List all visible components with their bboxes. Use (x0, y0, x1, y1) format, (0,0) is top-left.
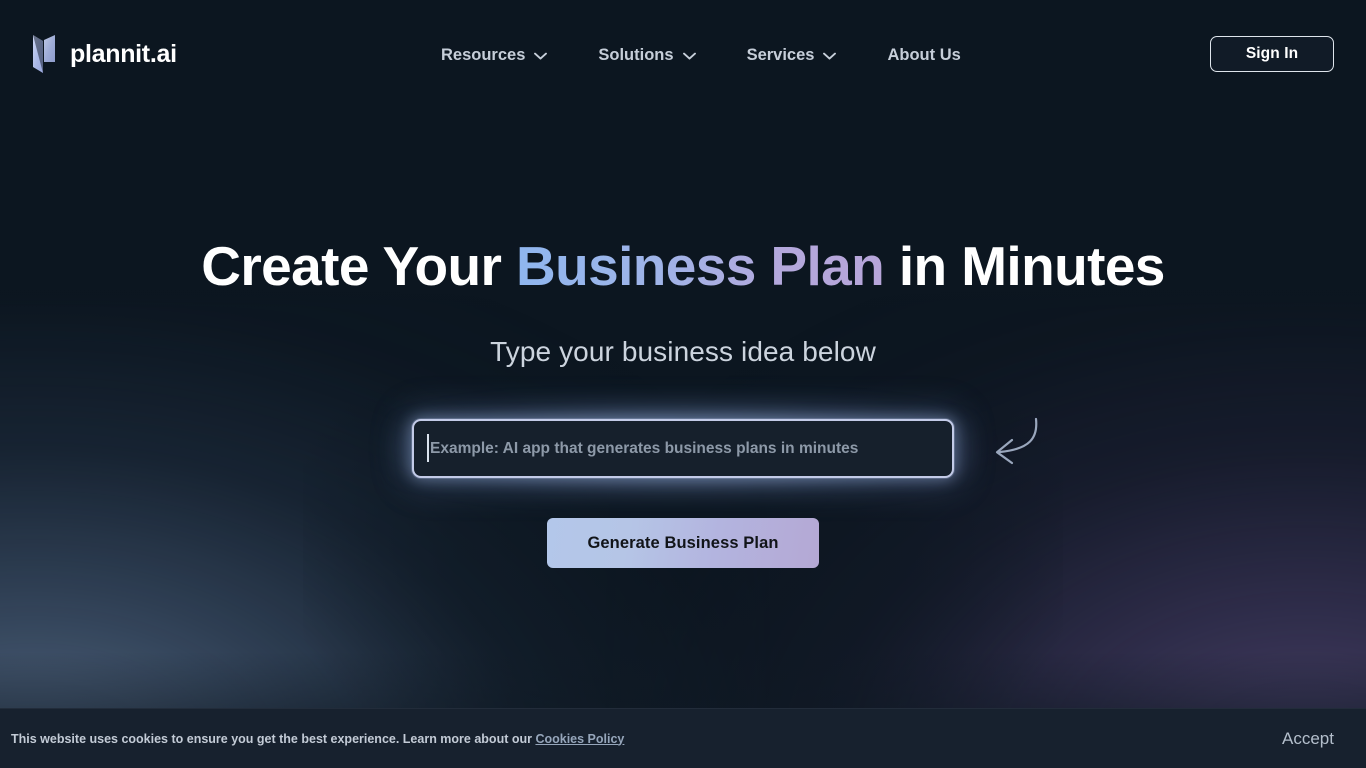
cookie-consent-banner: This website uses cookies to ensure you … (0, 708, 1366, 768)
nav-item-about-us[interactable]: About Us (887, 42, 960, 69)
accept-cookies-button[interactable]: Accept (1274, 723, 1342, 755)
headline-part-1: Create Your (201, 235, 516, 297)
chevron-down-icon (534, 52, 548, 60)
background-ambience (0, 0, 1366, 768)
nav-label-resources: Resources (441, 46, 526, 64)
cookie-message: This website uses cookies to ensure you … (11, 732, 624, 746)
hero-subtitle: Type your business idea below (490, 336, 876, 367)
brand-name: plannit.ai (70, 39, 177, 68)
cookies-policy-link[interactable]: Cookies Policy (535, 732, 624, 746)
generate-business-plan-button[interactable]: Generate Business Plan (547, 518, 819, 568)
nav-item-solutions[interactable]: Solutions (598, 42, 696, 69)
background-fade-bottom (0, 652, 1366, 708)
headline-accent: Business Plan (515, 235, 885, 297)
nav-item-resources[interactable]: Resources (441, 42, 548, 69)
business-idea-input[interactable] (412, 419, 954, 478)
page-title: Create Your Business Plan in Minutes (0, 235, 1366, 297)
headline-part-2: in Minutes (884, 235, 1166, 297)
chevron-down-icon (682, 52, 696, 60)
nav-label-solutions: Solutions (598, 46, 674, 64)
book-logo-icon (33, 35, 55, 73)
curved-arrow-left-icon (995, 417, 1038, 465)
nav-label-about-us: About Us (887, 46, 961, 64)
page-root: plannit.ai Resources Solutions Services (0, 0, 1366, 768)
nav-label-services: Services (746, 46, 815, 64)
brand-logo[interactable]: plannit.ai (30, 32, 177, 76)
main-navigation: Resources Solutions Services About Us (441, 42, 961, 69)
site-header: plannit.ai Resources Solutions Services (0, 0, 1366, 108)
business-idea-input-wrapper (394, 401, 972, 496)
nav-item-services[interactable]: Services (747, 42, 837, 69)
cookie-message-text: This website uses cookies to ensure you … (11, 731, 536, 746)
sign-in-button[interactable]: Sign In (1210, 36, 1334, 72)
chevron-down-icon (823, 52, 837, 60)
